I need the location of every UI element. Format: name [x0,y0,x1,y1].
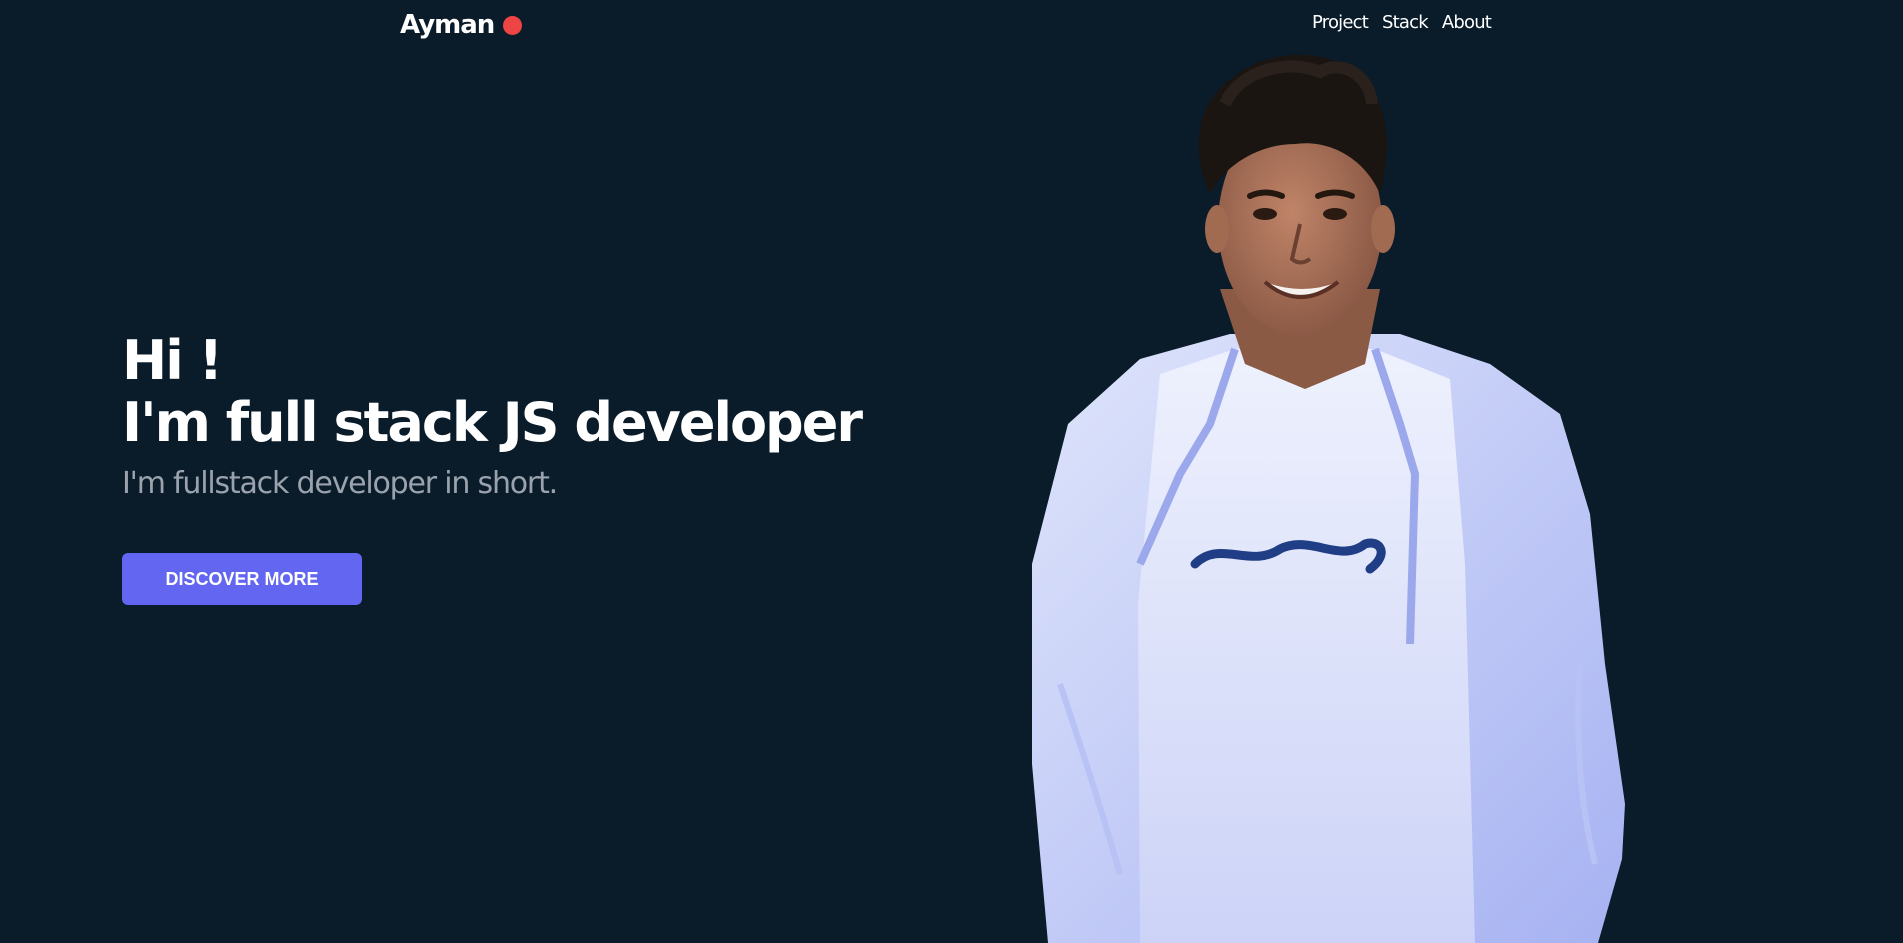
navbar: Ayman Project Stack About [0,0,1903,50]
person-portrait-icon [1020,44,1660,943]
hero-greeting: Hi ! [122,329,223,392]
brand-dot-icon [503,15,523,35]
brand-name: Ayman [400,10,495,40]
nav-menu: Project Stack About [1312,12,1492,33]
hero-subtitle: I'm fullstack developer in short. [122,466,558,501]
nav-link-stack[interactable]: Stack [1382,12,1429,33]
nav-link-about[interactable]: About [1442,12,1492,33]
brand-logo[interactable]: Ayman [400,10,523,40]
hero-section: Hi ! I'm full stack JS developer I'm ful… [122,329,863,605]
nav-link-project[interactable]: Project [1312,12,1369,33]
hero-headline: I'm full stack JS developer [122,391,863,454]
discover-more-button[interactable]: DISCOVER MORE [122,553,362,605]
hero-title: Hi ! I'm full stack JS developer [122,329,863,454]
